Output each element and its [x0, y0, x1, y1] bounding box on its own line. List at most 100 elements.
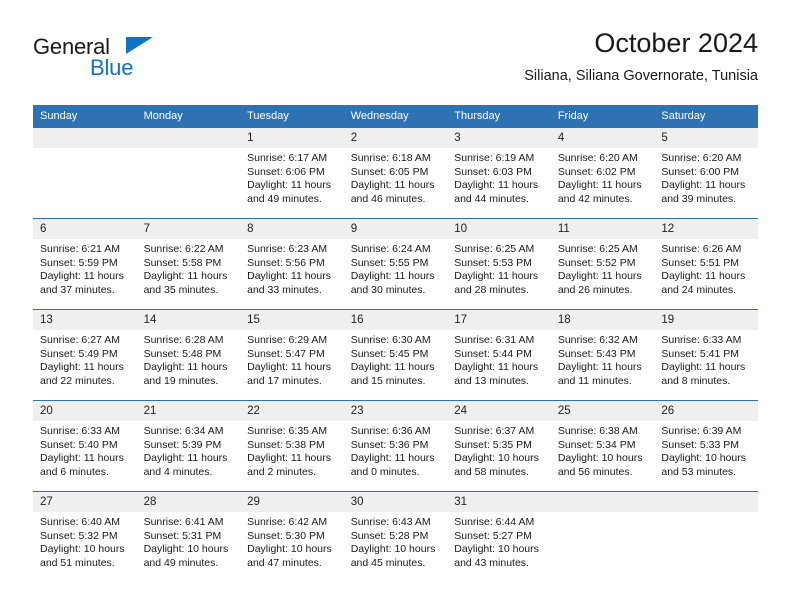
sunrise-text: Sunrise: 6:22 AM [143, 243, 224, 255]
sunset-text: Sunset: 6:03 PM [454, 165, 532, 178]
logo-triangle-icon [126, 37, 153, 54]
calendar-day-cell[interactable]: 14 Sunrise: 6:28 AM Sunset: 5:48 PM Dayligh… [136, 309, 241, 401]
calendar-day-cell[interactable]: 15 Sunrise: 6:29 AM Sunset: 5:47 PM Dayligh… [240, 309, 344, 401]
daylight-hours-text: Daylight: 10 hours [40, 543, 125, 556]
day-number: 23 [343, 401, 448, 421]
calendar-day-cell[interactable]: 19 Sunrise: 6:33 AM Sunset: 5:41 PM Dayligh… [654, 309, 758, 401]
daylight-minutes-text: and 49 minutes. [247, 192, 322, 205]
daylight-hours-text: Daylight: 11 hours [40, 361, 124, 374]
day-number: 31 [447, 492, 551, 512]
sunset-text: Sunset: 5:34 PM [557, 438, 636, 451]
sunset-text: Sunset: 5:52 PM [557, 256, 636, 269]
calendar-day-cell[interactable]: 9 Sunrise: 6:24 AM Sunset: 5:55 PM Daylight… [343, 218, 448, 310]
day-number: 7 [136, 219, 241, 239]
calendar-day-cell[interactable]: 29 Sunrise: 6:42 AM Sunset: 5:30 PM Dayligh… [240, 491, 344, 582]
sunrise-text: Sunrise: 6:33 AM [40, 425, 120, 437]
day-number: 24 [447, 401, 551, 421]
calendar-day-cell[interactable]: 26 Sunrise: 6:39 AM Sunset: 5:33 PM Dayligh… [654, 400, 758, 492]
sunrise-text: Sunrise: 6:20 AM [661, 152, 742, 164]
calendar-day-cell[interactable]: 17 Sunrise: 6:31 AM Sunset: 5:44 PM Dayligh… [447, 309, 551, 401]
calendar-day-cell[interactable]: 1 Sunrise: 6:17 AM Sunset: 6:06 PM Daylight… [240, 127, 344, 219]
calendar-day-cell[interactable]: 23 Sunrise: 6:36 AM Sunset: 5:36 PM Dayligh… [343, 400, 448, 492]
calendar-day-cell[interactable]: 18 Sunrise: 6:32 AM Sunset: 5:43 PM Dayligh… [550, 309, 655, 401]
daylight-hours-text: Daylight: 11 hours [661, 179, 746, 192]
day-sun-info: Sunrise: 6:25 AM Sunset: 5:52 PM Daylight:… [551, 239, 655, 297]
calendar-day-cell[interactable]: 5 Sunrise: 6:20 AM Sunset: 6:00 PM Daylight… [654, 127, 758, 219]
sunset-text: Sunset: 5:27 PM [454, 529, 532, 542]
day-box: 28 Sunrise: 6:41 AM Sunset: 5:31 PM Dayligh… [136, 492, 241, 581]
daylight-minutes-text: and 37 minutes. [40, 283, 115, 296]
day-box: 3 Sunrise: 6:19 AM Sunset: 6:03 PM Daylight… [447, 128, 551, 217]
day-box: 2 Sunrise: 6:18 AM Sunset: 6:05 PM Daylight… [343, 128, 448, 217]
day-sun-info: Sunrise: 6:36 AM Sunset: 5:36 PM Daylight:… [344, 421, 448, 479]
calendar-day-cell[interactable]: 20 Sunrise: 6:33 AM Sunset: 5:40 PM Dayligh… [33, 400, 137, 492]
calendar-week-row: 20 Sunrise: 6:33 AM Sunset: 5:40 PM Dayligh… [33, 400, 758, 492]
day-sun-info: Sunrise: 6:39 AM Sunset: 5:33 PM Daylight:… [654, 421, 758, 479]
day-box: 4 Sunrise: 6:20 AM Sunset: 6:02 PM Daylight… [550, 128, 655, 217]
calendar-page: General Blue October 2024 Siliana, Silia… [0, 0, 792, 612]
daylight-minutes-text: and 49 minutes. [143, 556, 219, 569]
sunrise-text: Sunrise: 6:20 AM [557, 152, 638, 164]
general-blue-logo[interactable]: General Blue [33, 34, 233, 82]
calendar-day-cell[interactable]: 21 Sunrise: 6:34 AM Sunset: 5:39 PM Dayligh… [136, 400, 241, 492]
day-box: 1 Sunrise: 6:17 AM Sunset: 6:06 PM Daylight… [240, 128, 344, 217]
weekday-header-thursday: Thursday [447, 105, 551, 128]
calendar-day-cell[interactable]: 12 Sunrise: 6:26 AM Sunset: 5:51 PM Dayligh… [654, 218, 758, 310]
calendar-day-cell[interactable]: 2 Sunrise: 6:18 AM Sunset: 6:05 PM Daylight… [343, 127, 448, 219]
calendar-day-cell[interactable]: 28 Sunrise: 6:41 AM Sunset: 5:31 PM Dayligh… [136, 491, 241, 582]
daylight-hours-text: Daylight: 10 hours [143, 543, 229, 556]
calendar-day-cell[interactable]: 4 Sunrise: 6:20 AM Sunset: 6:02 PM Daylight… [550, 127, 655, 219]
daylight-hours-text: Daylight: 10 hours [350, 543, 436, 556]
sunrise-text: Sunrise: 6:31 AM [454, 334, 535, 346]
daylight-hours-text: Daylight: 11 hours [247, 361, 331, 374]
day-number [136, 128, 241, 148]
day-box: 26 Sunrise: 6:39 AM Sunset: 5:33 PM Dayligh… [654, 401, 758, 490]
daylight-hours-text: Daylight: 11 hours [350, 270, 435, 283]
calendar-day-cell[interactable]: 31 Sunrise: 6:44 AM Sunset: 5:27 PM Dayligh… [447, 491, 551, 582]
day-number: 2 [343, 128, 448, 148]
day-box: 23 Sunrise: 6:36 AM Sunset: 5:36 PM Dayligh… [343, 401, 448, 490]
weekday-header-sunday: Sunday [33, 105, 137, 128]
calendar-day-cell[interactable]: 8 Sunrise: 6:23 AM Sunset: 5:56 PM Daylight… [240, 218, 344, 310]
daylight-minutes-text: and 4 minutes. [143, 465, 213, 478]
daylight-hours-text: Daylight: 11 hours [143, 270, 228, 283]
day-box: 17 Sunrise: 6:31 AM Sunset: 5:44 PM Dayligh… [447, 310, 551, 399]
calendar-day-cell[interactable]: 10 Sunrise: 6:25 AM Sunset: 5:53 PM Dayligh… [447, 218, 551, 310]
daylight-minutes-text: and 42 minutes. [557, 192, 633, 205]
day-sun-info: Sunrise: 6:17 AM Sunset: 6:06 PM Daylight:… [240, 148, 344, 206]
calendar-day-cell[interactable]: 25 Sunrise: 6:38 AM Sunset: 5:34 PM Dayligh… [550, 400, 655, 492]
daylight-minutes-text: and 43 minutes. [454, 556, 529, 569]
daylight-hours-text: Daylight: 11 hours [661, 361, 746, 374]
calendar-day-cell[interactable]: 27 Sunrise: 6:40 AM Sunset: 5:32 PM Dayligh… [33, 491, 137, 582]
day-box: 19 Sunrise: 6:33 AM Sunset: 5:41 PM Dayligh… [654, 310, 758, 399]
calendar-day-cell[interactable]: 3 Sunrise: 6:19 AM Sunset: 6:03 PM Daylight… [447, 127, 551, 219]
calendar-day-cell[interactable]: 16 Sunrise: 6:30 AM Sunset: 5:45 PM Dayligh… [343, 309, 448, 401]
day-box [654, 492, 758, 581]
daylight-minutes-text: and 46 minutes. [350, 192, 426, 205]
sunrise-text: Sunrise: 6:18 AM [350, 152, 431, 164]
sunset-text: Sunset: 5:49 PM [40, 347, 118, 360]
day-box: 27 Sunrise: 6:40 AM Sunset: 5:32 PM Dayligh… [33, 492, 137, 581]
day-sun-info: Sunrise: 6:42 AM Sunset: 5:30 PM Daylight:… [240, 512, 344, 570]
daylight-minutes-text: and 44 minutes. [454, 192, 529, 205]
calendar-day-cell[interactable]: 30 Sunrise: 6:43 AM Sunset: 5:28 PM Dayligh… [343, 491, 448, 582]
day-number: 8 [240, 219, 344, 239]
sunrise-text: Sunrise: 6:35 AM [247, 425, 328, 437]
calendar-day-cell[interactable]: 6 Sunrise: 6:21 AM Sunset: 5:59 PM Daylight… [33, 218, 137, 310]
sunrise-text: Sunrise: 6:24 AM [350, 243, 431, 255]
daylight-hours-text: Daylight: 11 hours [557, 179, 642, 192]
calendar-day-cell[interactable]: 24 Sunrise: 6:37 AM Sunset: 5:35 PM Dayligh… [447, 400, 551, 492]
day-box: 15 Sunrise: 6:29 AM Sunset: 5:47 PM Dayligh… [240, 310, 344, 399]
sunrise-text: Sunrise: 6:36 AM [350, 425, 431, 437]
calendar-week-row: 27 Sunrise: 6:40 AM Sunset: 5:32 PM Dayligh… [33, 491, 758, 582]
day-number: 3 [447, 128, 551, 148]
daylight-hours-text: Daylight: 10 hours [454, 452, 539, 465]
calendar-day-cell[interactable]: 22 Sunrise: 6:35 AM Sunset: 5:38 PM Dayligh… [240, 400, 344, 492]
calendar-day-cell[interactable]: 11 Sunrise: 6:25 AM Sunset: 5:52 PM Dayligh… [550, 218, 655, 310]
calendar-day-cell[interactable]: 7 Sunrise: 6:22 AM Sunset: 5:58 PM Daylight… [136, 218, 241, 310]
sunset-text: Sunset: 5:28 PM [350, 529, 429, 542]
sunrise-text: Sunrise: 6:42 AM [247, 516, 328, 528]
day-number: 29 [240, 492, 344, 512]
calendar-day-cell[interactable]: 13 Sunrise: 6:27 AM Sunset: 5:49 PM Dayligh… [33, 309, 137, 401]
sunrise-text: Sunrise: 6:21 AM [40, 243, 120, 255]
